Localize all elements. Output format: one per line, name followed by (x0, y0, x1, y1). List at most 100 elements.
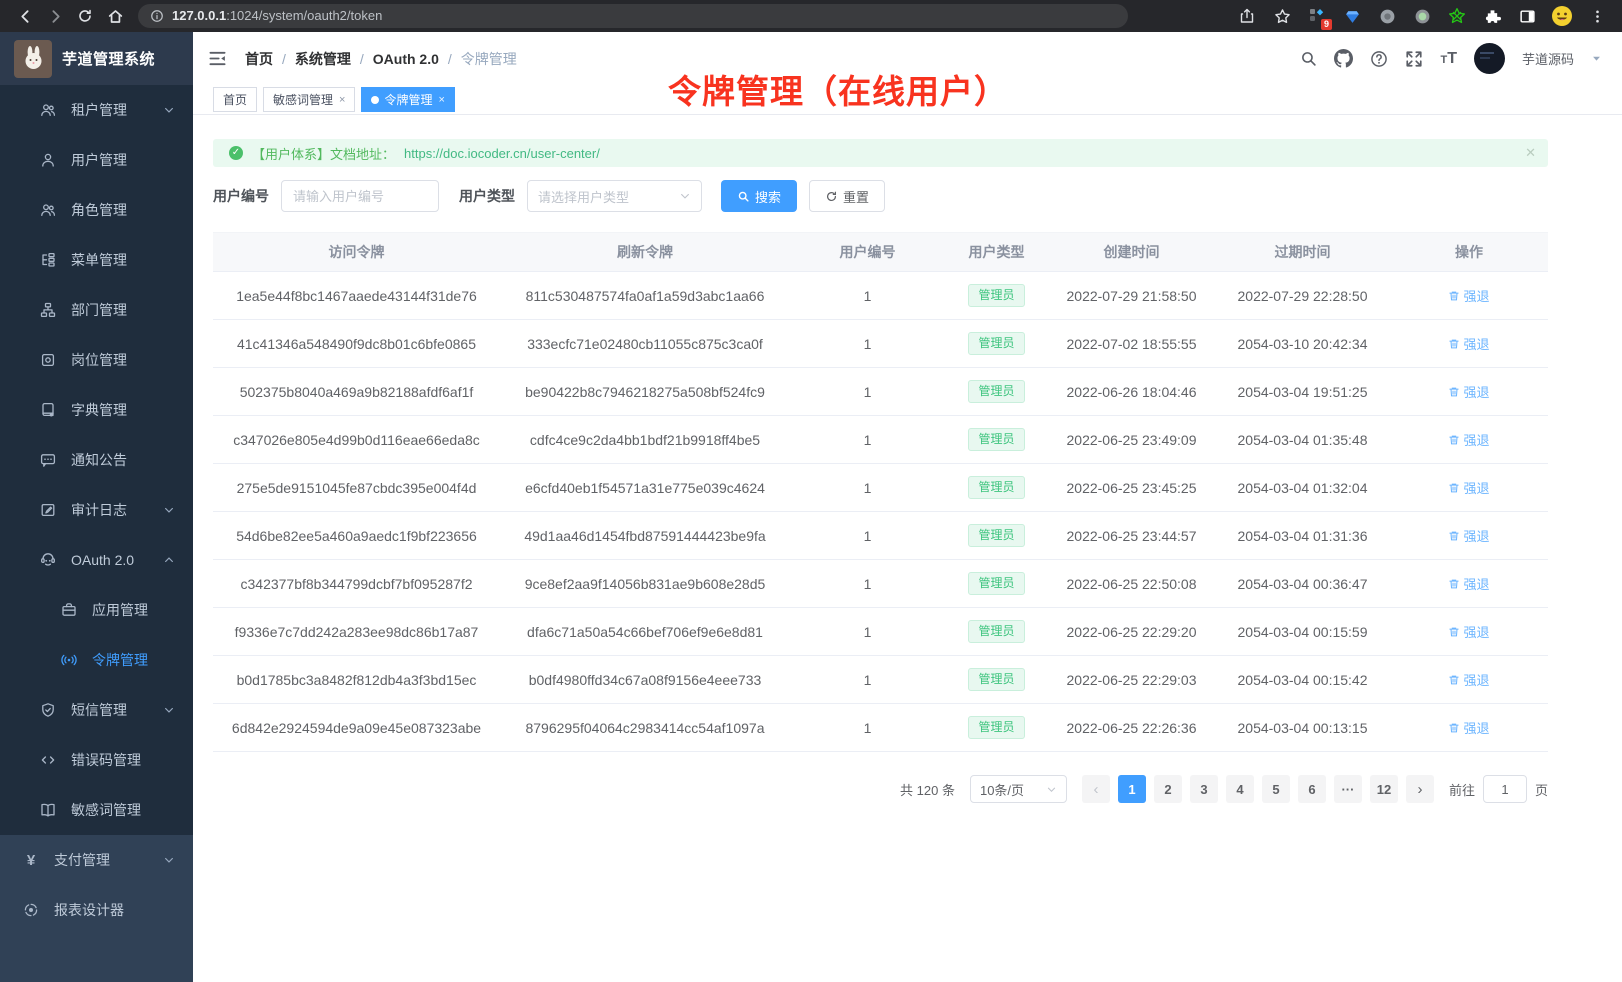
sidebar-item[interactable]: 错误码管理 (0, 735, 193, 785)
column-header: 访问令牌 (213, 242, 500, 262)
force-logout-button[interactable]: 强退 (1448, 430, 1489, 449)
browser-reload-icon[interactable] (70, 3, 100, 29)
sidebar-item[interactable]: 短信管理 (0, 685, 193, 735)
user-type-cell: 管理员 (945, 380, 1048, 403)
force-logout-button[interactable]: 强退 (1448, 286, 1489, 305)
page-size-select[interactable]: 10条/页 (970, 775, 1067, 803)
address-bar[interactable]: 127.0.0.1:1024/system/oauth2/token (138, 4, 1128, 28)
force-logout-button[interactable]: 强退 (1448, 382, 1489, 401)
sidebar-item[interactable]: 菜单管理 (0, 235, 193, 285)
app-title: 芋道管理系统 (62, 48, 155, 69)
user-type-badge: 管理员 (968, 284, 1024, 307)
tab-close-icon[interactable]: × (438, 94, 444, 106)
report-icon (23, 902, 39, 918)
breadcrumb-item[interactable]: OAuth 2.0 (373, 51, 439, 67)
sidebar-item[interactable]: 令牌管理 (0, 635, 193, 685)
tab-active[interactable]: 令牌管理× (361, 87, 454, 112)
sidebar-item[interactable]: 审计日志 (0, 485, 193, 535)
app-logo[interactable]: 芋道管理系统 (0, 32, 193, 85)
sidebar-item-label: 部门管理 (71, 300, 127, 320)
tab-item[interactable]: 敏感词管理× (263, 87, 355, 112)
page-button[interactable]: 6 (1298, 775, 1326, 803)
user-type-select[interactable]: 请选择用户类型 (527, 180, 702, 212)
username[interactable]: 芋道源码 (1522, 49, 1574, 68)
prev-page-button[interactable]: ‹ (1082, 775, 1110, 803)
search-button[interactable]: 搜索 (721, 180, 797, 212)
browser-forward-icon[interactable] (40, 3, 70, 29)
sidebar-item-label: 错误码管理 (71, 750, 141, 770)
sidebar-item[interactable]: ¥支付管理 (0, 835, 193, 885)
collapse-sidebar-icon[interactable] (208, 49, 227, 68)
force-logout-button[interactable]: 强退 (1448, 526, 1489, 545)
doc-link[interactable]: https://doc.iocoder.cn/user-center/ (404, 146, 600, 161)
page-button[interactable]: 12 (1370, 775, 1398, 803)
sidebar-item[interactable]: OAuth 2.0 (0, 535, 193, 585)
fullscreen-icon[interactable] (1405, 50, 1423, 68)
user-id-cell: 1 (790, 624, 945, 640)
chevron-down-icon (679, 190, 691, 202)
green-dot-extension-icon[interactable] (1411, 5, 1433, 27)
sidebar-item[interactable]: 字典管理 (0, 385, 193, 435)
user-menu-caret-icon[interactable] (1591, 53, 1602, 64)
sidebar-item[interactable]: 部门管理 (0, 285, 193, 335)
extension-badge: 9 (1321, 19, 1332, 30)
bookmark-star-icon[interactable] (1271, 5, 1293, 27)
browser-home-icon[interactable] (100, 3, 130, 29)
page-button[interactable]: 5 (1262, 775, 1290, 803)
user-id-cell: 1 (790, 288, 945, 304)
extension-blocks-icon[interactable]: 9 (1306, 5, 1328, 27)
force-logout-button[interactable]: 强退 (1448, 622, 1489, 641)
sidebar-item[interactable]: 用户管理 (0, 135, 193, 185)
next-page-button[interactable]: › (1406, 775, 1434, 803)
force-logout-button[interactable]: 强退 (1448, 574, 1489, 593)
reset-button[interactable]: 重置 (809, 180, 885, 212)
sidebar-item[interactable]: 租户管理 (0, 85, 193, 135)
puzzle-extensions-icon[interactable] (1481, 5, 1503, 27)
force-logout-button[interactable]: 强退 (1448, 718, 1489, 737)
help-icon[interactable] (1370, 50, 1388, 68)
column-header: 操作 (1390, 242, 1548, 262)
user-id-input[interactable] (281, 180, 439, 212)
access-token-cell: 54d6be82ee5a460a9aedc1f9bf223656 (213, 528, 500, 544)
force-logout-button[interactable]: 强退 (1448, 478, 1489, 497)
sidebar-item[interactable]: 角色管理 (0, 185, 193, 235)
page-button[interactable]: 4 (1226, 775, 1254, 803)
sidebar-item[interactable]: 应用管理 (0, 585, 193, 635)
page-button[interactable]: 2 (1154, 775, 1182, 803)
gray-extension-icon[interactable] (1376, 5, 1398, 27)
side-panel-icon[interactable] (1516, 5, 1538, 27)
breadcrumb-item[interactable]: 首页 (245, 49, 273, 69)
force-logout-button[interactable]: 强退 (1448, 334, 1489, 353)
jump-page-input[interactable] (1483, 775, 1527, 803)
table-row: 502375b8040a469a9b82188afdf6af1fbe90422b… (213, 368, 1548, 416)
breadcrumb-item[interactable]: 系统管理 (295, 49, 351, 69)
tab-close-icon[interactable]: × (339, 94, 345, 106)
gem-extension-icon[interactable] (1341, 5, 1363, 27)
page-button[interactable]: 3 (1190, 775, 1218, 803)
search-icon[interactable] (1300, 50, 1317, 67)
expire-time-cell: 2054-03-04 00:36:47 (1215, 576, 1390, 592)
user-avatar[interactable] (1474, 43, 1505, 74)
share-icon[interactable] (1236, 5, 1258, 27)
expire-time-cell: 2054-03-04 00:15:59 (1215, 624, 1390, 640)
browser-menu-dots-icon[interactable] (1586, 5, 1608, 27)
alert-close-icon[interactable]: ✕ (1525, 145, 1536, 161)
profile-avatar-icon[interactable] (1551, 5, 1573, 27)
site-info-icon[interactable] (150, 9, 164, 23)
pagination-ellipsis[interactable]: ··· (1334, 775, 1362, 803)
tab-item[interactable]: 首页 (213, 87, 257, 112)
sidebar-item[interactable]: 报表设计器 (0, 885, 193, 935)
sidebar-item[interactable]: 通知公告 (0, 435, 193, 485)
github-icon[interactable] (1334, 49, 1353, 68)
sidebar-item[interactable]: 岗位管理 (0, 335, 193, 385)
green-star-extension-icon[interactable] (1446, 5, 1468, 27)
sidebar-item-label: OAuth 2.0 (71, 552, 134, 568)
sidebar-item[interactable]: 敏感词管理 (0, 785, 193, 835)
trash-icon (1448, 290, 1460, 302)
page-button[interactable]: 1 (1118, 775, 1146, 803)
browser-back-icon[interactable] (10, 3, 40, 29)
force-logout-button[interactable]: 强退 (1448, 670, 1489, 689)
tab-label: 首页 (223, 91, 247, 108)
user-type-cell: 管理员 (945, 332, 1048, 355)
font-size-icon[interactable]: TT (1440, 50, 1457, 68)
